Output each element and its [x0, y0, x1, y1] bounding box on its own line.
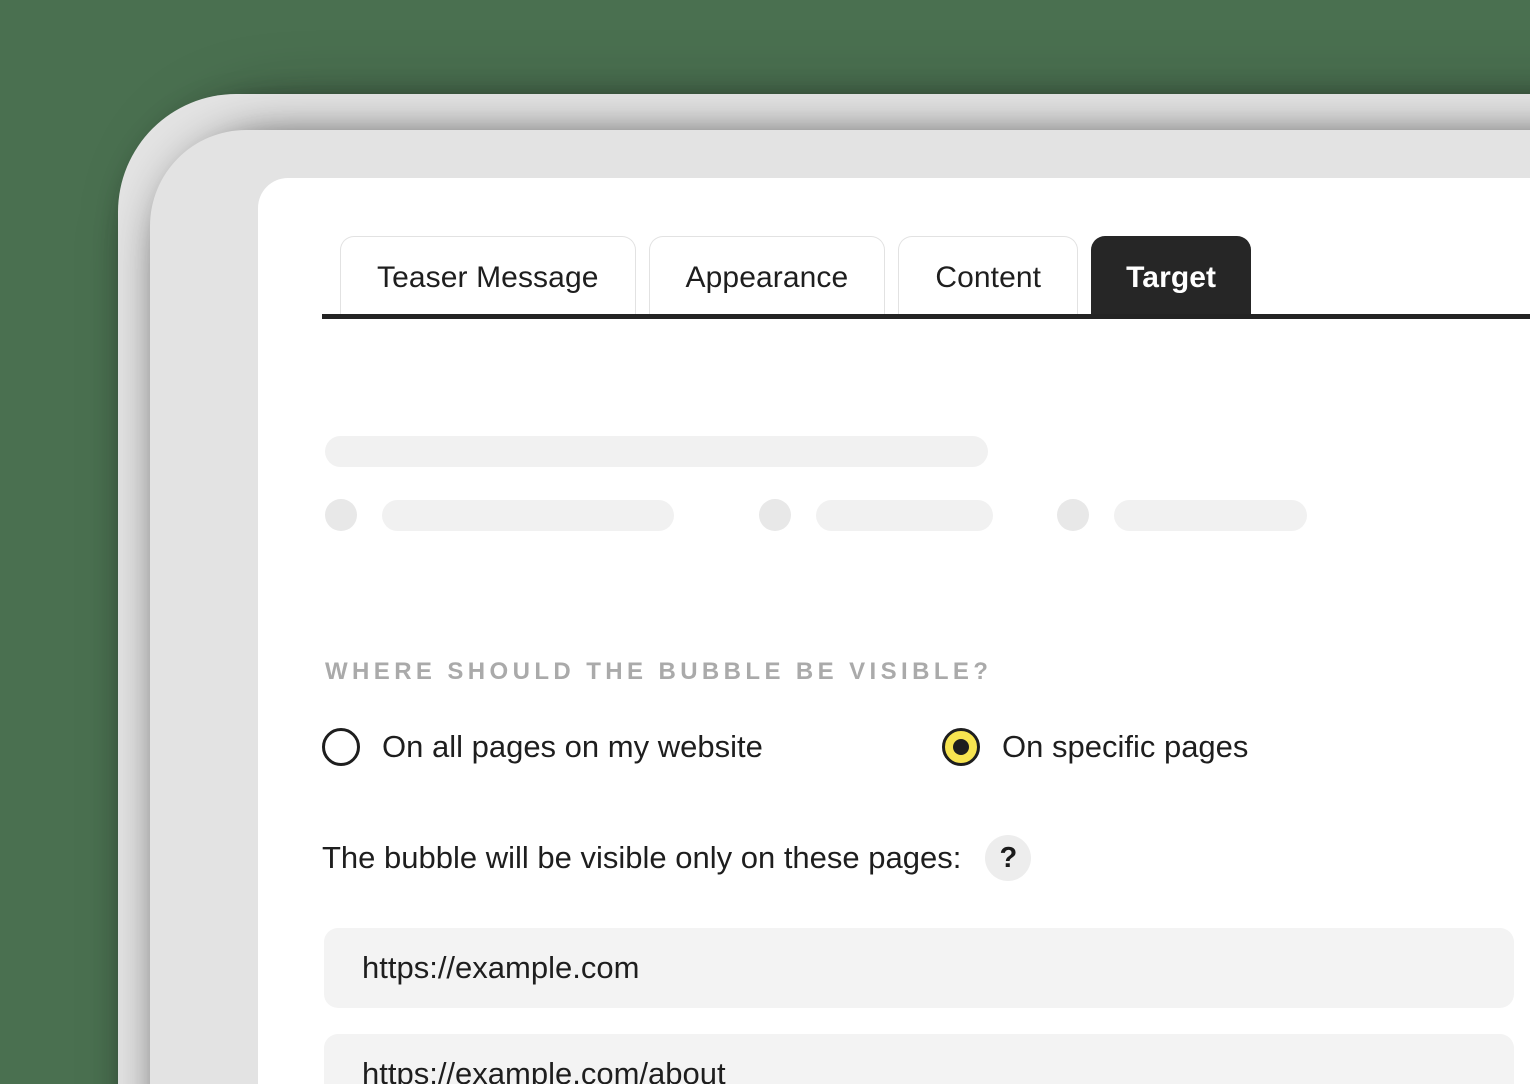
skeleton-pill [816, 499, 993, 531]
helper-text: The bubble will be visible only on these… [322, 840, 962, 875]
url-input-1[interactable] [324, 928, 1514, 1008]
tab-teaser-message[interactable]: Teaser Message [340, 236, 636, 318]
skeleton-dot [1057, 499, 1089, 531]
skeleton-dot [325, 499, 357, 531]
skeleton-pill [382, 499, 674, 531]
skeleton-row [325, 499, 1425, 531]
radio-option-specific-pages[interactable]: On specific pages [942, 728, 1248, 766]
tab-underline [322, 314, 1530, 319]
skeleton-pill [1114, 499, 1307, 531]
skeleton-group [759, 499, 993, 531]
skeleton-bar [325, 436, 988, 467]
tab-bar: Teaser Message Appearance Content Target [258, 236, 1530, 318]
skeleton-dot [759, 499, 791, 531]
radio-option-all-pages[interactable]: On all pages on my website [322, 728, 942, 766]
radio-icon-unselected [322, 728, 360, 766]
radio-label-all-pages: On all pages on my website [382, 729, 763, 764]
url-input-2[interactable] [324, 1034, 1514, 1084]
radio-inner-dot [953, 739, 969, 755]
radio-label-specific-pages: On specific pages [1002, 729, 1249, 764]
app-panel: Teaser Message Appearance Content Target [258, 178, 1530, 1084]
tab-content[interactable]: Content [898, 236, 1079, 318]
radio-icon-selected [942, 728, 980, 766]
skeleton-group [325, 499, 674, 531]
helper-row: The bubble will be visible only on these… [322, 835, 1032, 881]
skeleton-group [1057, 499, 1307, 531]
tab-target[interactable]: Target [1091, 236, 1252, 318]
section-heading: Where should the bubble be visible? [325, 658, 993, 685]
visibility-radio-group: On all pages on my website On specific p… [322, 728, 1248, 766]
help-question-icon[interactable]: ? [985, 835, 1032, 881]
skeleton-placeholder-area [325, 436, 1425, 531]
tab-appearance[interactable]: Appearance [648, 236, 886, 318]
tab-strip: Teaser Message Appearance Content Target [340, 236, 1252, 318]
